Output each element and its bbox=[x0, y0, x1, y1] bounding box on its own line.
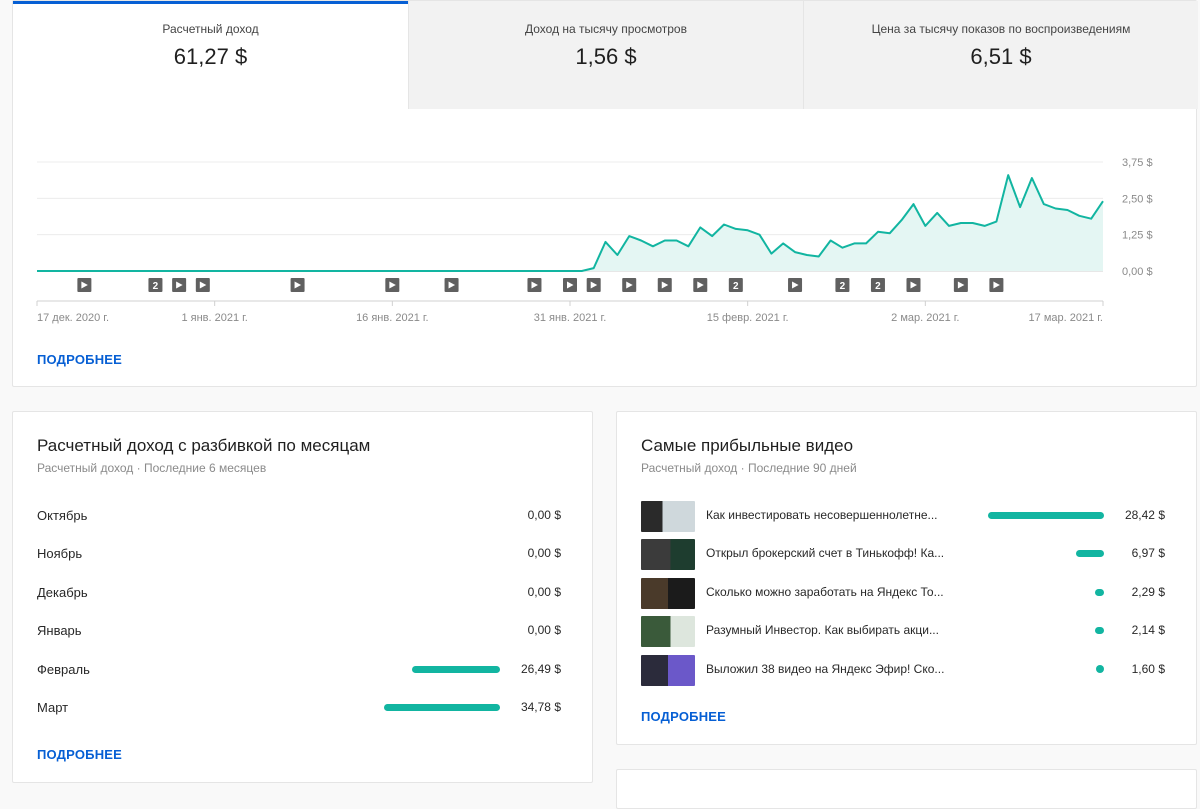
x-tick-label: 31 янв. 2021 г. bbox=[534, 312, 607, 324]
video-title[interactable]: Открыл брокерский счет в Тинькофф! Ка... bbox=[706, 546, 956, 560]
next-card bbox=[616, 769, 1197, 809]
top-videos-card: Самые прибыльные видео Расчетный доход ·… bbox=[616, 411, 1197, 745]
month-value: 0,00 $ bbox=[527, 546, 561, 560]
video-thumbnail[interactable] bbox=[641, 616, 695, 647]
more-details-link[interactable]: ПОДРОБНЕЕ bbox=[37, 747, 122, 762]
more-details-link[interactable]: ПОДРОБНЕЕ bbox=[641, 709, 726, 724]
tab-rpm[interactable]: Доход на тысячу просмотров 1,56 $ bbox=[408, 1, 803, 109]
video-value: 2,29 $ bbox=[1131, 585, 1165, 599]
card-title: Самые прибыльные видео bbox=[641, 436, 854, 455]
video-count-label: 2 bbox=[840, 281, 846, 292]
video-bar bbox=[1095, 589, 1104, 596]
month-value: 26,49 $ bbox=[520, 662, 561, 676]
month-row: Март 34,78 $ bbox=[13, 698, 592, 718]
month-label: Ноябрь bbox=[37, 546, 83, 561]
metric-tabs: Расчетный доход 61,27 $ Доход на тысячу … bbox=[13, 1, 1198, 109]
month-label: Март bbox=[37, 700, 69, 715]
tab-value: 61,27 $ bbox=[173, 44, 248, 69]
month-value: 0,00 $ bbox=[527, 508, 561, 522]
video-bar bbox=[1096, 665, 1104, 673]
video-title[interactable]: Сколько можно заработать на Яндекс То... bbox=[706, 585, 956, 599]
month-row: Февраль 26,49 $ bbox=[13, 660, 592, 680]
tab-value: 6,51 $ bbox=[970, 44, 1032, 69]
video-row[interactable]: Сколько можно заработать на Яндекс То...… bbox=[617, 578, 1196, 609]
video-value: 28,42 $ bbox=[1124, 508, 1165, 522]
video-value: 1,60 $ bbox=[1131, 662, 1165, 676]
month-value: 34,78 $ bbox=[520, 700, 561, 714]
tab-label: Расчетный доход bbox=[162, 22, 259, 36]
video-value: 6,97 $ bbox=[1131, 546, 1165, 560]
month-row: Декабрь 0,00 $ bbox=[13, 583, 592, 603]
video-row[interactable]: Как инвестировать несовершеннолетне... 28… bbox=[617, 501, 1196, 532]
video-title[interactable]: Выложил 38 видео на Яндекс Эфир! Ско... bbox=[706, 662, 956, 676]
video-thumbnail[interactable] bbox=[641, 655, 695, 686]
revenue-overview-card: Расчетный доход 61,27 $ Доход на тысячу … bbox=[12, 0, 1198, 387]
card-subtitle: Расчетный доход · Последние 90 дней bbox=[641, 461, 857, 475]
y-tick-label: 1,25 $ bbox=[1122, 230, 1153, 242]
x-tick-label: 2 мар. 2021 г. bbox=[891, 312, 959, 324]
tab-label: Доход на тысячу просмотров bbox=[525, 22, 687, 36]
video-thumbnail[interactable] bbox=[641, 501, 695, 532]
y-tick-label: 2,50 $ bbox=[1122, 193, 1153, 205]
video-value: 2,14 $ bbox=[1131, 623, 1165, 637]
video-row[interactable]: Выложил 38 видео на Яндекс Эфир! Ско... 1… bbox=[617, 655, 1196, 686]
month-value: 0,00 $ bbox=[527, 585, 561, 599]
video-bar bbox=[1095, 627, 1104, 634]
y-tick-label: 3,75 $ bbox=[1122, 157, 1153, 169]
more-details-link[interactable]: ПОДРОБНЕЕ bbox=[37, 352, 122, 367]
month-row: Октябрь 0,00 $ bbox=[13, 506, 592, 526]
video-bar bbox=[1076, 550, 1104, 557]
card-title: Расчетный доход с разбивкой по месяцам bbox=[37, 436, 371, 455]
video-count-label: 2 bbox=[733, 281, 739, 292]
x-tick-label: 1 янв. 2021 г. bbox=[181, 312, 247, 324]
x-tick-label: 17 дек. 2020 г. bbox=[37, 312, 109, 324]
x-tick-label: 16 янв. 2021 г. bbox=[356, 312, 429, 324]
video-row[interactable]: Открыл брокерский счет в Тинькофф! Ка...… bbox=[617, 539, 1196, 570]
tab-label: Цена за тысячу показов по воспроизведени… bbox=[871, 22, 1131, 36]
month-label: Февраль bbox=[37, 662, 90, 677]
month-row: Ноябрь 0,00 $ bbox=[13, 544, 592, 564]
month-label: Октябрь bbox=[37, 508, 88, 523]
tab-playback-cpm[interactable]: Цена за тысячу показов по воспроизведени… bbox=[803, 1, 1198, 109]
tab-estimated-revenue[interactable]: Расчетный доход 61,27 $ bbox=[13, 1, 408, 109]
revenue-chart[interactable]: 3,75 $ 2,50 $ 1,25 $ 0,00 $ 2 2 2 2 17 дек. 2020… bbox=[13, 121, 1198, 331]
video-count-label: 2 bbox=[875, 281, 881, 292]
month-value: 0,00 $ bbox=[527, 623, 561, 637]
video-row[interactable]: Разумный Инвестор. Как выбирать акци... 2… bbox=[617, 616, 1196, 647]
video-title[interactable]: Разумный Инвестор. Как выбирать акци... bbox=[706, 623, 956, 637]
video-thumbnail[interactable] bbox=[641, 539, 695, 570]
video-count-label: 2 bbox=[153, 281, 159, 292]
month-bar bbox=[384, 704, 500, 711]
monthly-revenue-card: Расчетный доход с разбивкой по месяцам Р… bbox=[12, 411, 593, 783]
x-tick-label: 15 февр. 2021 г. bbox=[707, 312, 789, 324]
revenue-area bbox=[37, 175, 1103, 271]
y-tick-label: 0,00 $ bbox=[1122, 266, 1153, 278]
card-subtitle: Расчетный доход · Последние 6 месяцев bbox=[37, 461, 267, 475]
video-thumbnail[interactable] bbox=[641, 578, 695, 609]
tab-value: 1,56 $ bbox=[575, 44, 637, 69]
x-tick-label: 17 мар. 2021 г. bbox=[1029, 312, 1103, 324]
video-title[interactable]: Как инвестировать несовершеннолетне... bbox=[706, 508, 956, 522]
month-row: Январь 0,00 $ bbox=[13, 621, 592, 641]
video-bar bbox=[988, 512, 1104, 519]
month-bar bbox=[412, 666, 500, 673]
month-label: Декабрь bbox=[37, 585, 88, 600]
month-label: Январь bbox=[37, 623, 82, 638]
